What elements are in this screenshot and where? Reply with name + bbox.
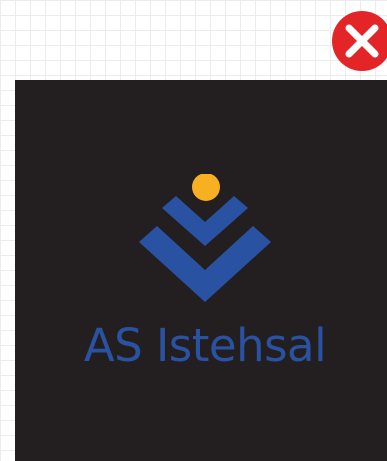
logo-icon [139, 174, 271, 302]
logo-chevron-inner [162, 196, 248, 246]
logo-mark [135, 174, 275, 304]
logo-wordmark: AS Istehsal [83, 319, 327, 372]
logo-sun-icon [192, 174, 220, 201]
close-icon [332, 11, 387, 71]
logo-panel: AS Istehsal [15, 80, 387, 461]
close-button[interactable] [331, 10, 387, 72]
